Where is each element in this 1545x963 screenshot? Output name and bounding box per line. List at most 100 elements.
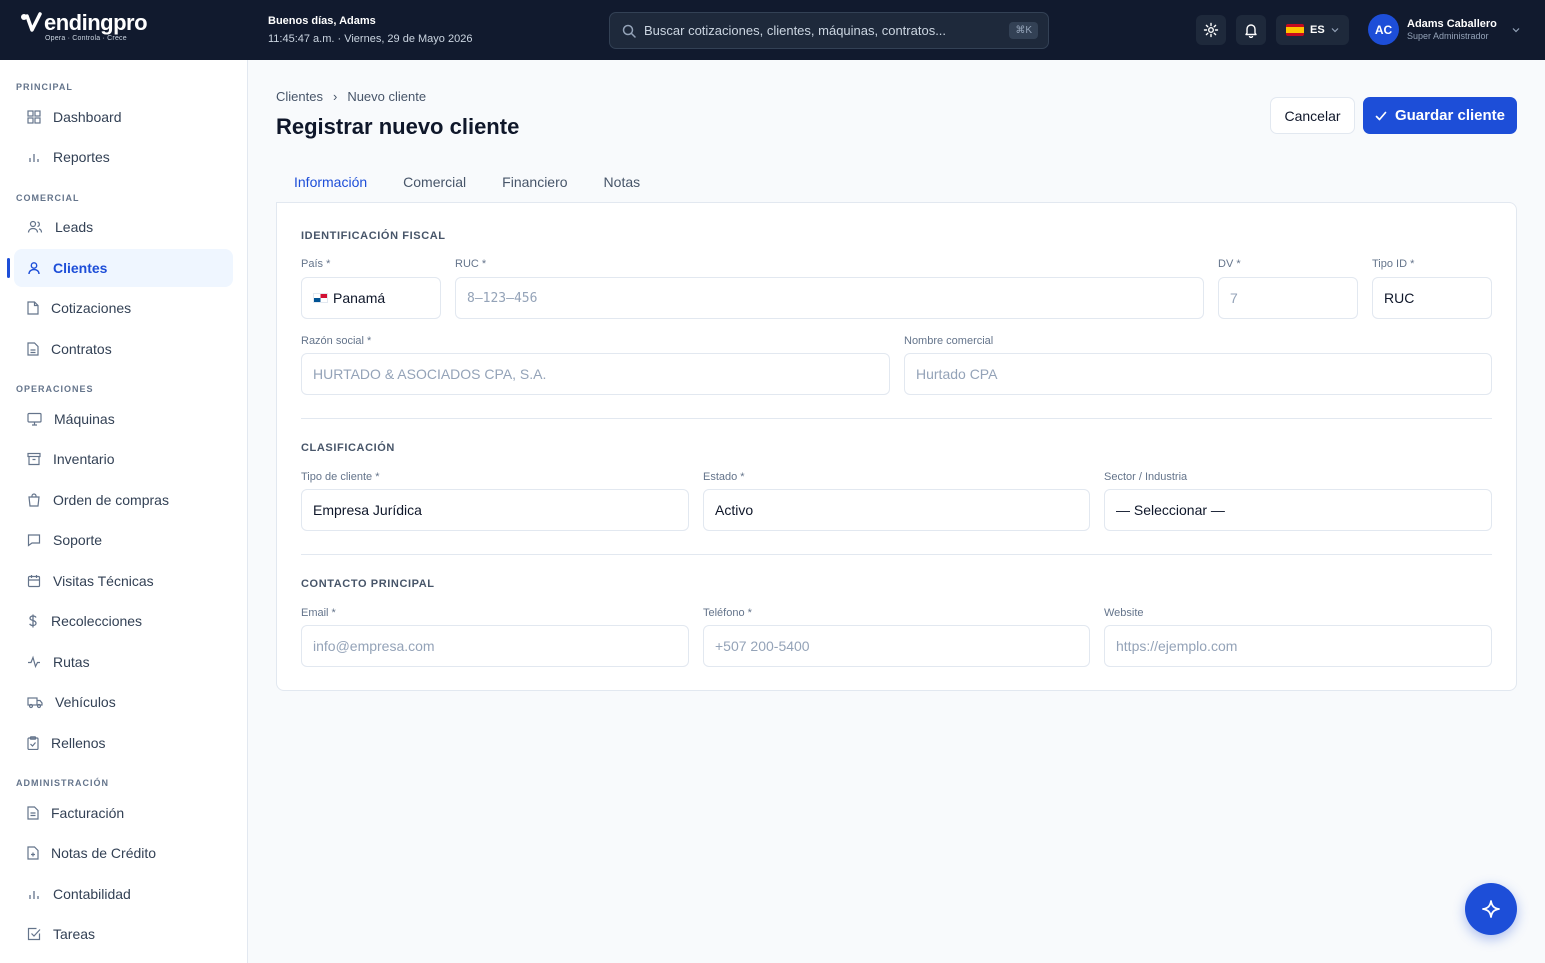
tab-informacion[interactable]: Información bbox=[276, 162, 385, 202]
tipo-cliente-select[interactable]: Empresa Jurídica bbox=[301, 489, 689, 531]
ruc-field[interactable] bbox=[455, 277, 1204, 319]
dollar-icon bbox=[29, 614, 37, 628]
sidebar-item-label: Máquinas bbox=[54, 411, 115, 427]
breadcrumb: Clientes › Nuevo cliente bbox=[276, 89, 426, 104]
email-field[interactable] bbox=[301, 625, 689, 667]
telefono-input[interactable] bbox=[715, 638, 1078, 654]
sector-label: Sector / Industria bbox=[1104, 471, 1188, 483]
sidebar-item-label: Contratos bbox=[51, 341, 112, 357]
activity-icon bbox=[28, 655, 40, 669]
section-title-clasificacion: CLASIFICACIÓN bbox=[301, 442, 395, 454]
datetime-text: 11:45:47 a.m. · Viernes, 29 de Mayo 2026 bbox=[268, 33, 473, 45]
tab-comercial[interactable]: Comercial bbox=[385, 162, 484, 202]
ruc-label: RUC * bbox=[455, 258, 487, 270]
sidebar-item-contratos[interactable]: Contratos bbox=[14, 330, 233, 368]
breadcrumb-clientes[interactable]: Clientes bbox=[276, 89, 323, 104]
sidebar-item-label: Soporte bbox=[53, 532, 103, 548]
truck-icon bbox=[27, 697, 43, 709]
sidebar-item-tareas[interactable]: Tareas bbox=[14, 915, 233, 953]
language-code: ES bbox=[1310, 24, 1325, 36]
form-tabs: Información Comercial Financiero Notas bbox=[276, 162, 658, 202]
tab-financiero[interactable]: Financiero bbox=[484, 162, 585, 202]
nombre-comercial-input[interactable] bbox=[916, 366, 1480, 382]
clipboard-icon bbox=[27, 736, 39, 750]
logo-mark-icon bbox=[21, 12, 42, 32]
user-menu[interactable]: AC Adams Caballero Super Administrador bbox=[1368, 14, 1521, 45]
dv-input[interactable] bbox=[1230, 290, 1346, 306]
sidebar-item-contabilidad[interactable]: Contabilidad bbox=[14, 875, 233, 913]
email-input[interactable] bbox=[313, 638, 677, 654]
panama-flag-icon bbox=[313, 293, 328, 303]
page-title: Registrar nuevo cliente bbox=[276, 114, 520, 139]
sidebar-item-rellenos[interactable]: Rellenos bbox=[14, 724, 233, 762]
sidebar-item-leads[interactable]: Leads bbox=[14, 208, 233, 246]
sidebar-item-label: Rellenos bbox=[51, 735, 106, 751]
breadcrumb-separator: › bbox=[332, 89, 338, 104]
sidebar-item-dashboard[interactable]: Dashboard bbox=[14, 98, 233, 136]
tab-notas[interactable]: Notas bbox=[586, 162, 659, 202]
tipo-id-select[interactable]: RUC bbox=[1372, 277, 1492, 319]
sidebar-item-cotizaciones[interactable]: Cotizaciones bbox=[14, 289, 233, 327]
dv-field[interactable] bbox=[1218, 277, 1358, 319]
bar-chart-icon bbox=[29, 154, 39, 162]
chevron-down-icon bbox=[1512, 27, 1520, 32]
search-input[interactable] bbox=[644, 23, 1010, 38]
document-icon bbox=[27, 342, 39, 356]
sidebar-item-soporte[interactable]: Soporte bbox=[14, 521, 233, 559]
nombre-comercial-label: Nombre comercial bbox=[904, 335, 994, 347]
sidebar-item-label: Recolecciones bbox=[51, 613, 143, 629]
tipo-id-label: Tipo ID * bbox=[1372, 258, 1415, 270]
ruc-input[interactable] bbox=[467, 290, 1192, 306]
section-label-operaciones: OPERACIONES bbox=[16, 384, 94, 394]
section-label-comercial: COMERCIAL bbox=[16, 193, 80, 203]
breadcrumb-current: Nuevo cliente bbox=[347, 89, 427, 104]
avatar: AC bbox=[1368, 14, 1399, 45]
language-selector[interactable]: ES bbox=[1276, 15, 1349, 45]
cancel-button[interactable]: Cancelar bbox=[1270, 97, 1355, 134]
sidebar-item-orden-de-compras[interactable]: Orden de compras bbox=[14, 481, 233, 519]
razon-social-field[interactable] bbox=[301, 353, 890, 395]
pais-select[interactable]: Panamá bbox=[301, 277, 441, 319]
sidebar-item-reportes[interactable]: Reportes bbox=[14, 138, 233, 176]
dv-label: DV * bbox=[1218, 258, 1241, 270]
sidebar-item-vehiculos[interactable]: Vehículos bbox=[14, 683, 233, 721]
sidebar-item-recolecciones[interactable]: Recolecciones bbox=[14, 602, 233, 640]
sidebar-item-label: Inventario bbox=[53, 451, 115, 467]
chevron-down-icon bbox=[1331, 28, 1339, 33]
sidebar-item-rutas[interactable]: Rutas bbox=[14, 643, 233, 681]
save-client-button[interactable]: Guardar cliente bbox=[1363, 97, 1517, 134]
sidebar-item-inventario[interactable]: Inventario bbox=[14, 440, 233, 478]
sidebar-item-visitas-tecnicas[interactable]: Visitas Técnicas bbox=[14, 562, 233, 600]
settings-button[interactable] bbox=[1196, 15, 1226, 45]
brand-logo[interactable]: endingpro Opera · Controla · Crece bbox=[20, 12, 160, 48]
file-icon bbox=[27, 301, 39, 315]
sidebar-item-notas-de-credito[interactable]: Notas de Crédito bbox=[14, 834, 233, 872]
estado-select[interactable]: Activo bbox=[703, 489, 1090, 531]
grid-icon bbox=[27, 110, 41, 124]
website-field[interactable] bbox=[1104, 625, 1492, 667]
assistant-fab-button[interactable] bbox=[1465, 883, 1517, 935]
greeting-block: Buenos días, Adams 11:45:47 a.m. · Viern… bbox=[268, 14, 472, 47]
top-bar: endingpro Opera · Controla · Crece Bueno… bbox=[0, 0, 1545, 60]
telefono-field[interactable] bbox=[703, 625, 1090, 667]
nombre-comercial-field[interactable] bbox=[904, 353, 1492, 395]
tipo-cliente-label: Tipo de cliente * bbox=[301, 471, 380, 483]
notifications-button[interactable] bbox=[1236, 15, 1266, 45]
client-form-card: IDENTIFICACIÓN FISCAL País * Panamá RUC … bbox=[276, 202, 1517, 691]
user-icon bbox=[28, 262, 40, 275]
global-search[interactable]: ⌘K bbox=[609, 12, 1049, 49]
sidebar-item-label: Cotizaciones bbox=[51, 300, 132, 316]
tipo-cliente-value: Empresa Jurídica bbox=[313, 502, 422, 518]
sector-select[interactable]: — Seleccionar — bbox=[1104, 489, 1492, 531]
telefono-label: Teléfono * bbox=[703, 607, 752, 619]
brand-tagline: Opera · Controla · Crece bbox=[45, 35, 127, 42]
sidebar-item-maquinas[interactable]: Máquinas bbox=[14, 400, 233, 438]
razon-social-input[interactable] bbox=[313, 366, 878, 382]
sidebar-item-facturacion[interactable]: Facturación bbox=[14, 794, 233, 832]
sidebar-item-clientes[interactable]: Clientes bbox=[7, 249, 233, 287]
search-icon bbox=[622, 24, 636, 38]
bar-chart-icon bbox=[29, 891, 39, 899]
bell-icon bbox=[1245, 24, 1257, 38]
website-input[interactable] bbox=[1116, 638, 1480, 654]
chat-icon bbox=[27, 534, 41, 547]
